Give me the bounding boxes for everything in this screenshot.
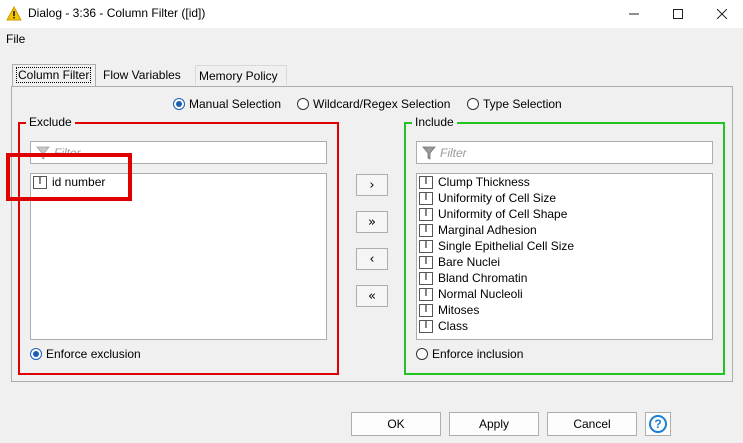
maximize-button[interactable] <box>655 0 701 28</box>
string-column-icon: I <box>419 207 433 221</box>
cancel-button[interactable]: Cancel <box>547 412 637 436</box>
ok-button[interactable]: OK <box>351 412 441 436</box>
list-item[interactable]: I Single Epithelial Cell Size <box>419 238 574 254</box>
filter-icon <box>422 146 436 160</box>
enforce-exclusion-label: Enforce exclusion <box>46 347 141 361</box>
column-name: Uniformity of Cell Shape <box>438 207 568 221</box>
column-name: Normal Nucleoli <box>438 287 523 301</box>
column-name: Uniformity of Cell Size <box>438 191 557 205</box>
radio-wildcard-selection[interactable]: Wildcard/Regex Selection <box>297 96 450 112</box>
tab-flow-variables[interactable]: Flow Variables <box>100 65 184 85</box>
list-item[interactable]: I Bland Chromatin <box>419 270 527 286</box>
tab-label: Flow Variables <box>103 68 181 82</box>
string-column-icon: I <box>419 303 433 317</box>
include-filter-input[interactable]: Filter <box>416 141 713 164</box>
menu-file[interactable]: File <box>6 32 25 46</box>
string-column-icon: I <box>419 255 433 269</box>
apply-button[interactable]: Apply <box>449 412 539 436</box>
column-name: Marginal Adhesion <box>438 223 537 237</box>
remove-all-button[interactable]: « <box>356 285 388 307</box>
column-name: Clump Thickness <box>438 175 530 189</box>
radio-button[interactable] <box>173 98 185 110</box>
list-item[interactable]: I Normal Nucleoli <box>419 286 523 302</box>
string-column-icon: I <box>419 287 433 301</box>
list-item[interactable]: I Mitoses <box>419 302 479 318</box>
radio-button[interactable] <box>30 348 42 360</box>
string-column-icon: I <box>419 175 433 189</box>
list-item[interactable]: I Class <box>419 318 468 334</box>
column-name: Mitoses <box>438 303 480 317</box>
enforce-inclusion-option[interactable]: Enforce inclusion <box>416 347 523 361</box>
minimize-icon <box>629 13 639 15</box>
list-item[interactable]: I Clump Thickness <box>419 174 530 190</box>
filter-placeholder: Filter <box>440 145 467 160</box>
radio-button[interactable] <box>297 98 309 110</box>
radio-button[interactable] <box>416 348 428 360</box>
string-column-icon: I <box>419 239 433 253</box>
string-column-icon: I <box>419 191 433 205</box>
string-column-icon: I <box>419 271 433 285</box>
window-title: Dialog - 3:36 - Column Filter ([id]) <box>28 6 206 20</box>
radio-label: Wildcard/Regex Selection <box>313 97 451 111</box>
tab-label: Column Filter <box>16 67 92 83</box>
radio-button[interactable] <box>467 98 479 110</box>
column-name: Bland Chromatin <box>438 271 528 285</box>
column-name: Class <box>438 319 469 333</box>
knime-warning-icon <box>6 6 22 21</box>
close-button[interactable] <box>699 0 743 28</box>
list-item[interactable]: I Bare Nuclei <box>419 254 500 270</box>
radio-manual-selection[interactable]: Manual Selection <box>173 96 281 112</box>
maximize-icon <box>673 9 683 19</box>
column-name: Single Epithelial Cell Size <box>438 239 575 253</box>
enforce-exclusion-option[interactable]: Enforce exclusion <box>30 347 141 361</box>
help-button[interactable]: ? <box>645 412 671 436</box>
tab-memory-policy[interactable]: Memory Policy <box>195 65 287 85</box>
exclude-legend: Exclude <box>26 115 75 129</box>
radio-label: Manual Selection <box>189 97 282 111</box>
tab-column-filter[interactable]: Column Filter <box>12 64 96 86</box>
help-icon: ? <box>649 415 667 433</box>
radio-type-selection[interactable]: Type Selection <box>467 96 562 112</box>
remove-button[interactable]: ‹ <box>356 248 388 270</box>
radio-label: Type Selection <box>483 97 562 111</box>
add-button[interactable]: › <box>356 174 388 196</box>
add-all-button[interactable]: » <box>356 211 388 233</box>
highlight-annotation <box>6 153 132 201</box>
title-bar: Dialog - 3:36 - Column Filter ([id]) <box>0 0 743 28</box>
column-name: Bare Nuclei <box>438 255 501 269</box>
include-legend: Include <box>412 115 457 129</box>
include-list[interactable]: I Clump Thickness I Uniformity of Cell S… <box>416 173 713 340</box>
list-item[interactable]: I Marginal Adhesion <box>419 222 537 238</box>
tab-label: Memory Policy <box>199 69 278 83</box>
menu-bar: File <box>0 28 743 48</box>
close-icon <box>717 9 727 19</box>
minimize-button[interactable] <box>611 0 657 28</box>
string-column-icon: I <box>419 223 433 237</box>
list-item[interactable]: I Uniformity of Cell Size <box>419 190 556 206</box>
string-column-icon: I <box>419 319 433 333</box>
list-item[interactable]: I Uniformity of Cell Shape <box>419 206 567 222</box>
enforce-inclusion-label: Enforce inclusion <box>432 347 524 361</box>
